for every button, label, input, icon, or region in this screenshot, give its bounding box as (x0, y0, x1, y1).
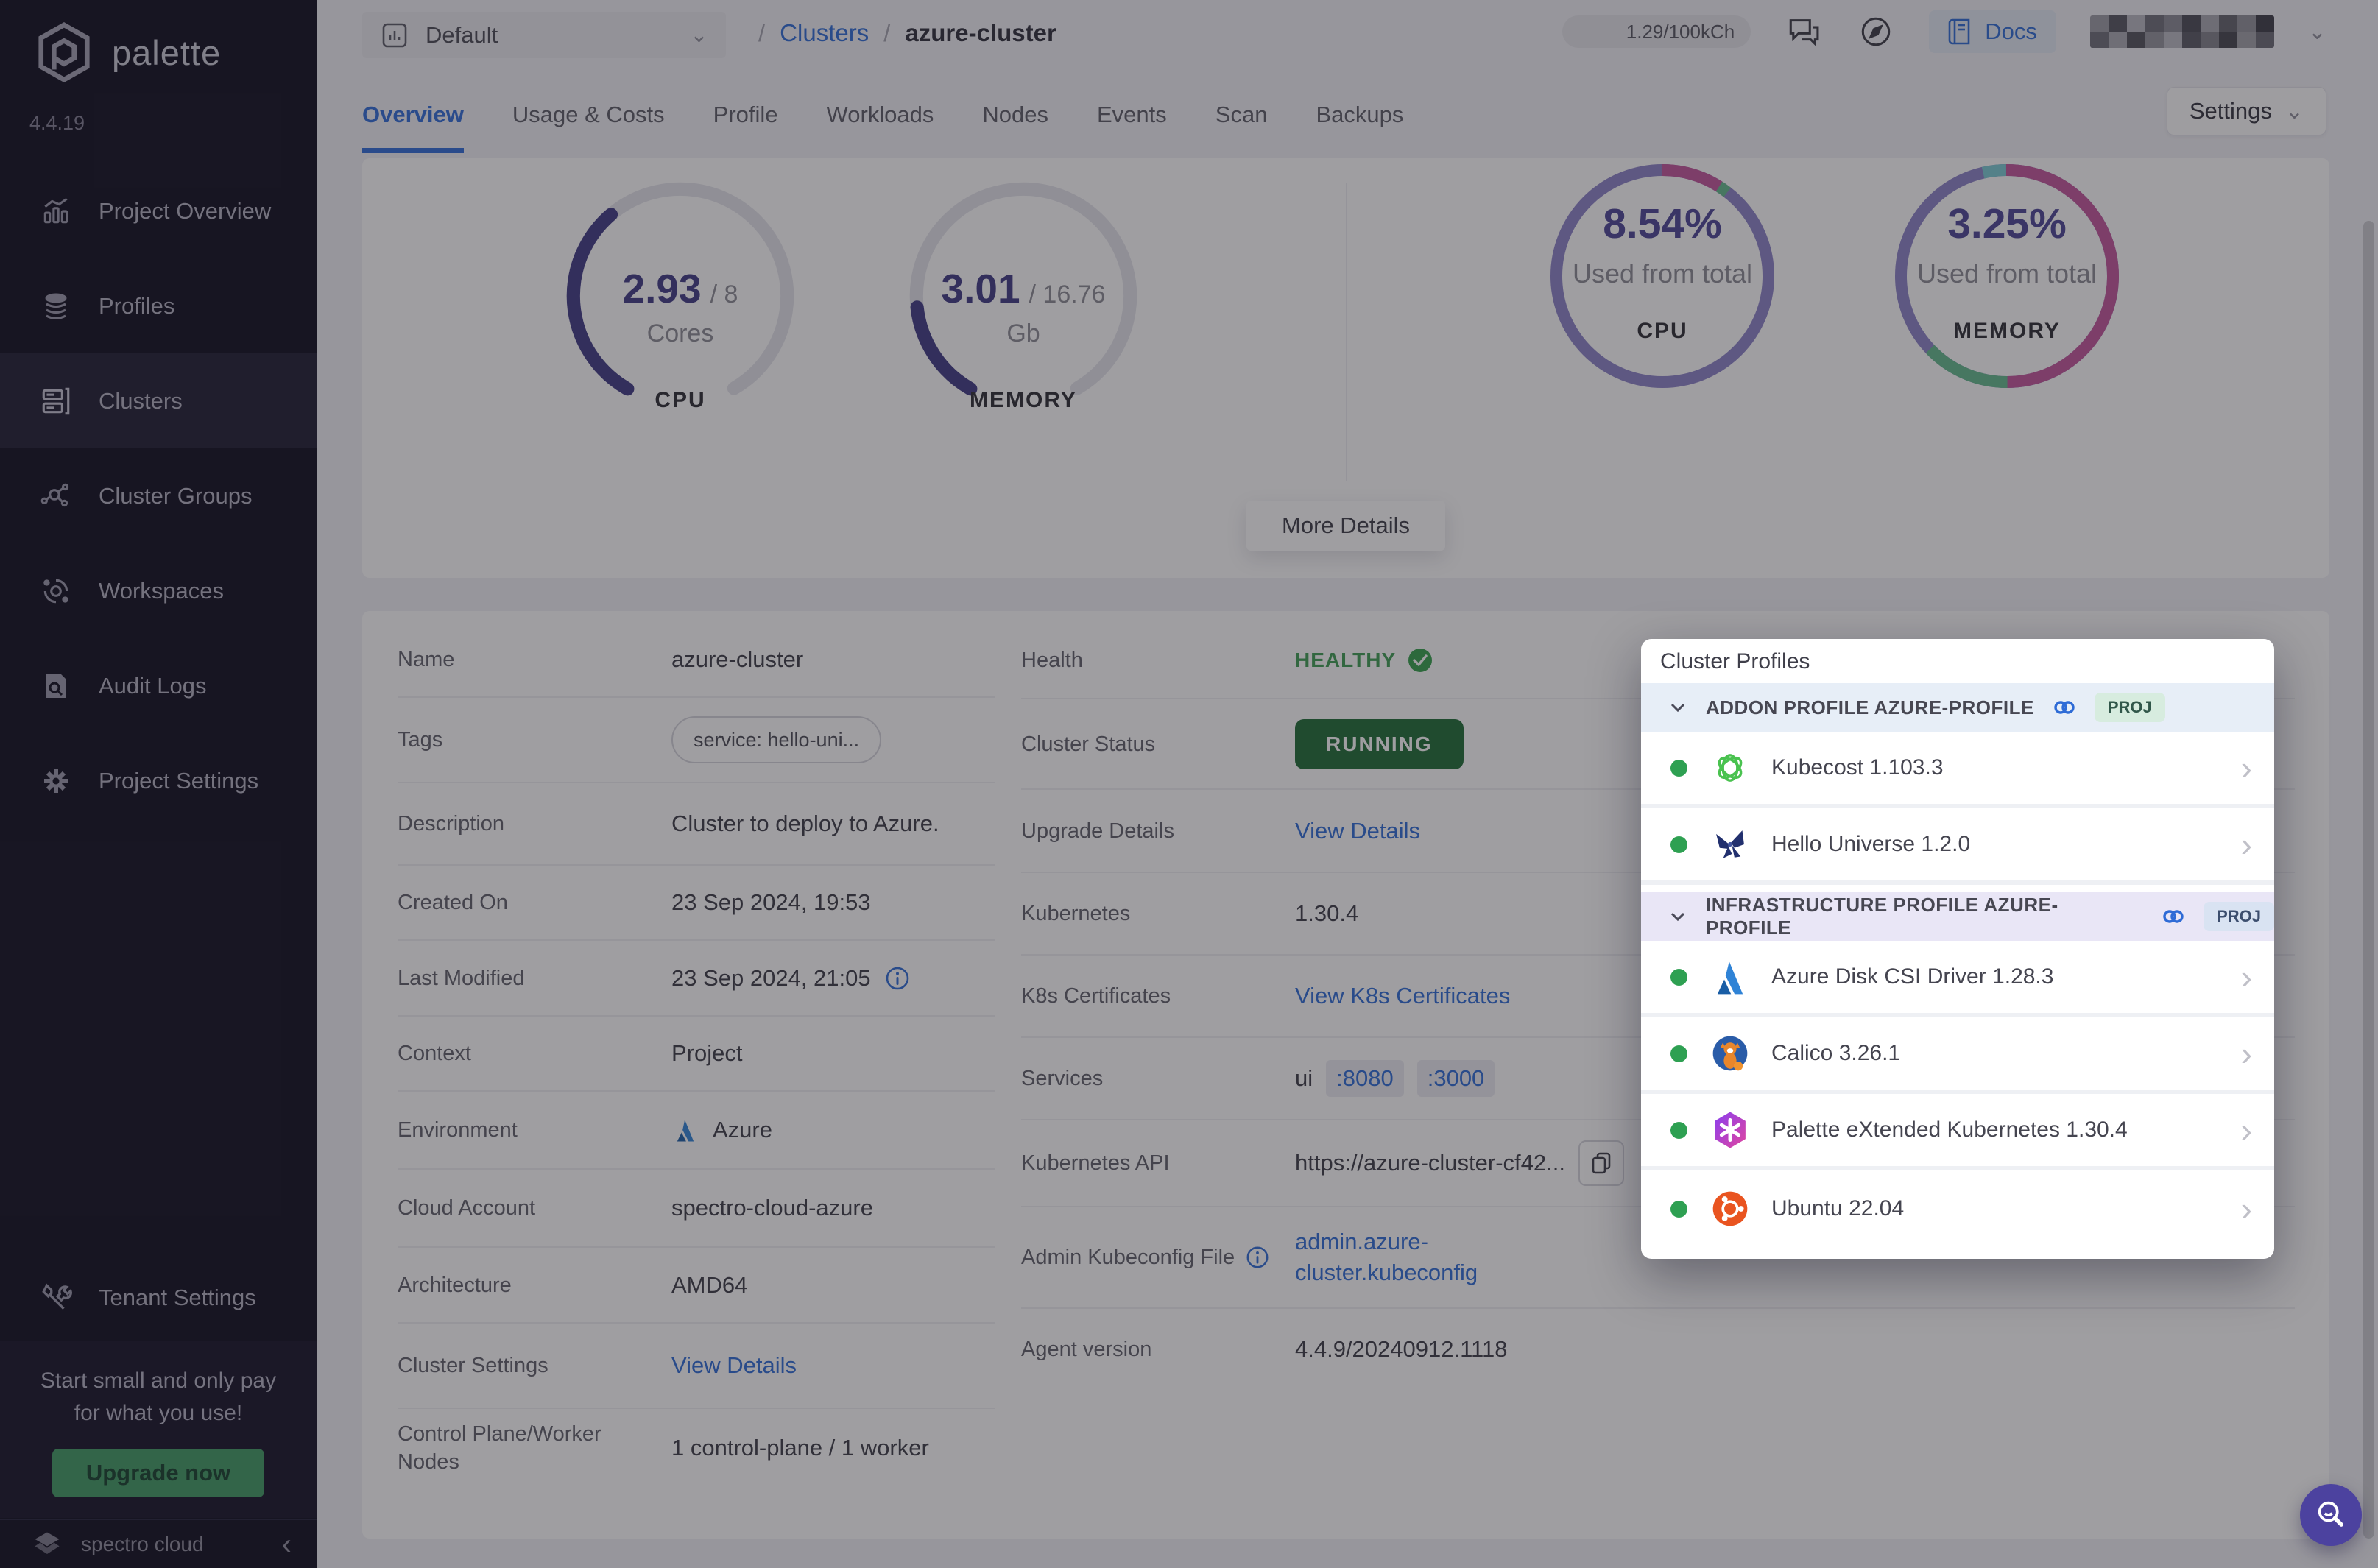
link-icon (2161, 905, 2186, 928)
section-name: ADDON PROFILE AZURE-PROFILE (1706, 696, 2034, 719)
infrastructure-profile-section-header[interactable]: INFRASTRUCTURE PROFILE AZURE-PROFILE PRO… (1641, 892, 2274, 941)
chevron-right-icon: › (2241, 1113, 2252, 1147)
cluster-profiles-popup: Cluster Profiles ADDON PROFILE AZURE-PRO… (1641, 639, 2274, 1259)
scope-badge: PROJ (2095, 693, 2165, 722)
azure-icon (1710, 956, 1751, 997)
profile-layer-hello-universe[interactable]: Hello Universe 1.2.0 › (1641, 808, 2274, 885)
chevron-down-icon (1668, 906, 1688, 927)
profile-layer-kubecost[interactable]: Kubecost 1.103.3 › (1641, 732, 2274, 808)
chevron-right-icon: › (2241, 960, 2252, 994)
search-smile-icon (2313, 1497, 2349, 1533)
profile-layer-azure-disk-csi[interactable]: Azure Disk CSI Driver 1.28.3 › (1641, 941, 2274, 1017)
status-dot (1670, 836, 1687, 853)
chevron-down-icon (1668, 697, 1688, 718)
popup-title: Cluster Profiles (1641, 639, 2274, 683)
palette-pxk-icon (1710, 1109, 1751, 1151)
profile-layer-ubuntu[interactable]: Ubuntu 22.04 › (1641, 1170, 2274, 1247)
help-search-fab[interactable] (2300, 1484, 2362, 1546)
profile-layer-palette-extended-kubernetes[interactable]: Palette eXtended Kubernetes 1.30.4 › (1641, 1094, 2274, 1170)
status-dot (1670, 969, 1687, 986)
section-name: INFRASTRUCTURE PROFILE AZURE-PROFILE (1706, 894, 2143, 939)
hello-universe-icon (1710, 824, 1751, 865)
profile-layer-name: Calico 3.26.1 (1771, 1041, 2241, 1066)
calico-icon (1710, 1033, 1751, 1074)
kubecost-icon (1710, 747, 1751, 788)
scope-badge: PROJ (2204, 902, 2274, 931)
status-dot (1670, 1045, 1687, 1062)
profile-layer-calico[interactable]: Calico 3.26.1 › (1641, 1017, 2274, 1094)
status-dot (1670, 1122, 1687, 1139)
profile-layer-name: Azure Disk CSI Driver 1.28.3 (1771, 964, 2241, 989)
ubuntu-icon (1710, 1188, 1751, 1229)
palette-app: palette 4.4.19 Project Overview Profiles (0, 0, 2378, 1568)
profile-layer-name: Hello Universe 1.2.0 (1771, 832, 2241, 857)
chevron-right-icon: › (2241, 1192, 2252, 1226)
profile-layer-name: Palette eXtended Kubernetes 1.30.4 (1771, 1117, 2241, 1143)
chevron-right-icon: › (2241, 1036, 2252, 1070)
status-dot (1670, 760, 1687, 777)
chevron-right-icon: › (2241, 827, 2252, 861)
profile-layer-name: Ubuntu 22.04 (1771, 1196, 2241, 1221)
status-dot (1670, 1201, 1687, 1218)
chevron-right-icon: › (2241, 751, 2252, 785)
link-icon (2052, 696, 2077, 718)
profile-layer-name: Kubecost 1.103.3 (1771, 755, 2241, 780)
addon-profile-section-header[interactable]: ADDON PROFILE AZURE-PROFILE PROJ (1641, 683, 2274, 732)
